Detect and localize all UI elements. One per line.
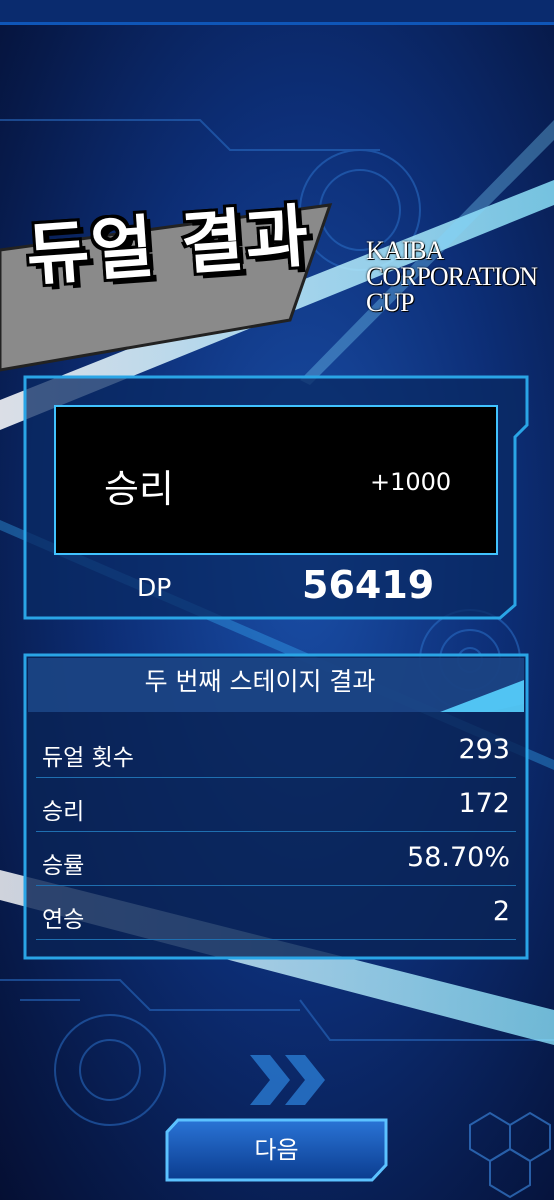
row-divider [36, 831, 516, 832]
row-divider [36, 885, 516, 886]
dp-label: DP [137, 573, 172, 602]
stat-value: 293 [458, 734, 510, 765]
stat-value: 58.70% [407, 842, 510, 873]
row-divider [36, 939, 516, 940]
row-divider [36, 777, 516, 778]
stat-value: 172 [458, 788, 510, 819]
dp-value: 56419 [302, 563, 435, 607]
stat-label: 듀얼 횟수 [42, 745, 134, 771]
stat-label: 승리 [42, 799, 85, 825]
event-logo-line-1: KAIBA [366, 236, 444, 265]
stat-row-duel-count: 듀얼 횟수 293 [36, 728, 516, 778]
stat-row-win-rate: 승률 58.70% [36, 836, 516, 886]
event-logo-line-3: CUP [366, 288, 415, 317]
top-status-bar [0, 0, 554, 25]
stat-value: 2 [492, 896, 510, 927]
stat-label: 연승 [42, 907, 85, 933]
event-logo-line-2: CORPORATION [366, 262, 538, 291]
next-button[interactable]: 다음 [167, 1120, 386, 1180]
dp-change: +1000 [370, 468, 452, 496]
result-label: 승리 [104, 467, 174, 511]
screen-title: 듀얼 결과 [24, 197, 313, 296]
event-logo: KAIBA CORPORATION CUP [366, 236, 538, 317]
stat-label: 승률 [42, 853, 85, 879]
stat-row-win-streak: 연승 2 [36, 890, 516, 940]
next-button-label: 다음 [254, 1136, 299, 1164]
stat-row-wins: 승리 172 [36, 782, 516, 832]
stage-result-title: 두 번째 스테이지 결과 [144, 667, 376, 696]
